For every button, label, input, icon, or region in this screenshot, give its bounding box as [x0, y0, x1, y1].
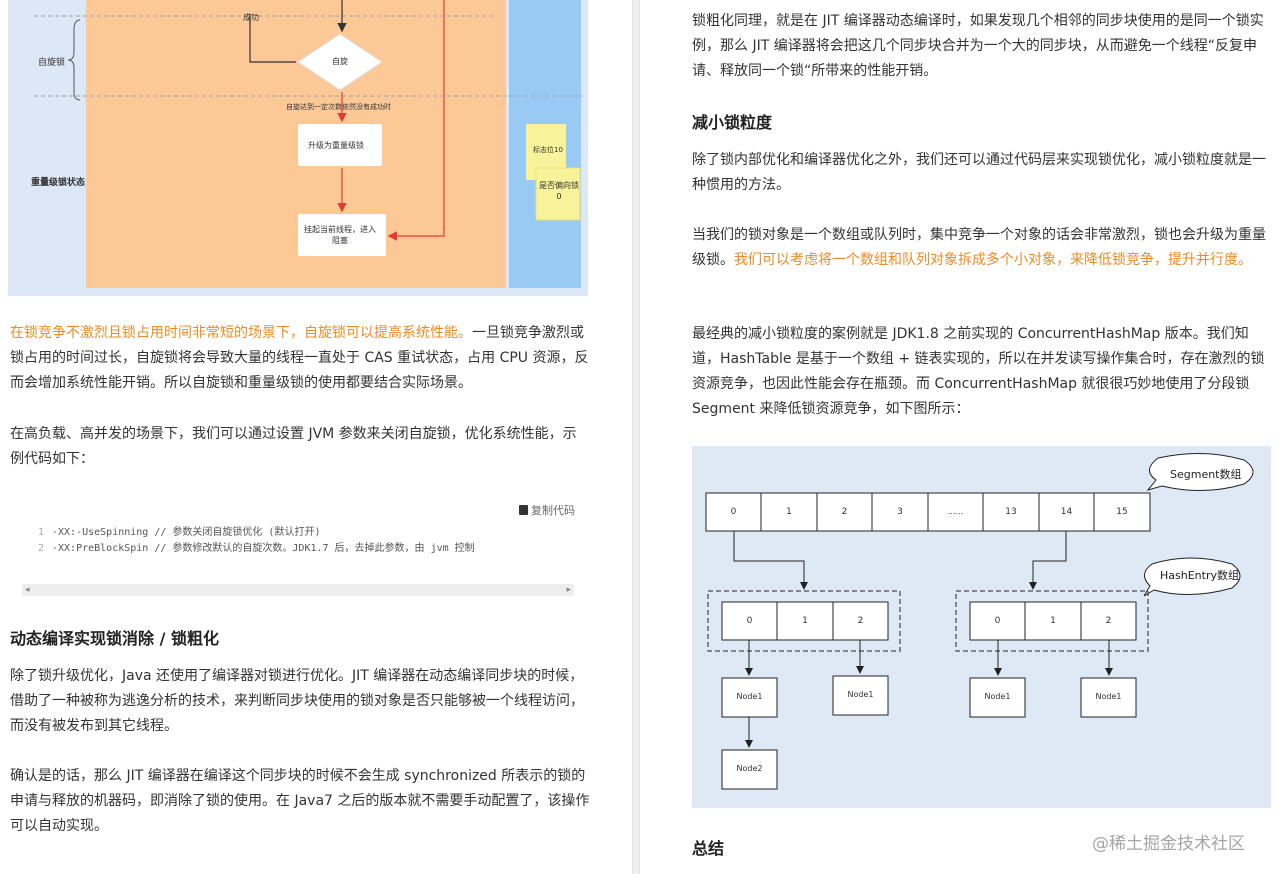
heading-lock-elimination: 动态编译实现锁消除 / 锁粗化: [10, 629, 219, 648]
flow-label-spin-limit: 自旋达到一定次数依然没有成功时: [286, 103, 391, 111]
segment-cell: 15: [1116, 507, 1128, 517]
entry-cell-right: 0: [994, 616, 1001, 626]
segment-cell: ......: [947, 507, 964, 516]
segment-diagram: Segment数组 HashEntry数组 0 1 2 3 ...... 13 …: [692, 446, 1271, 808]
segment-cell: 13: [1005, 507, 1017, 517]
copy-code-label: 复制代码: [531, 504, 575, 517]
callout-segment-array: Segment数组: [1170, 468, 1242, 481]
scroll-right-icon[interactable]: ▸: [566, 584, 571, 596]
code-line: 1 -XX:-UseSpinning // 参数关闭自旋锁优化 (默认打开): [22, 525, 582, 541]
paragraph-escape-analysis: 除了锁升级优化，Java 还使用了编译器对锁进行优化。JIT 编译器在动态编译同…: [10, 668, 584, 734]
code-horizontal-scrollbar[interactable]: ◂ ▸: [22, 584, 574, 596]
scroll-left-icon[interactable]: ◂: [25, 584, 30, 596]
paragraph-array-queue: 当我们的锁对象是一个数组或队列时，集中竞争一个对象的话会非常激烈，锁也会升级为重…: [692, 223, 1274, 273]
segment-cell: 14: [1060, 507, 1073, 517]
paragraph-jvm-params: 在高负载、高并发的场景下，我们可以通过设置 JVM 参数来关闭自旋锁，优化系统性…: [10, 426, 577, 467]
line-number: 1: [37, 527, 44, 538]
paragraph-spin-lock-tradeoff: 在锁竞争不激烈且锁占用时间非常短的场景下，自旋锁可以提高系统性能。一旦锁竞争激烈…: [10, 321, 595, 396]
code-line: 2 -XX:PreBlockSpin // 参数修改默认的自旋次数。JDK1.7 …: [22, 541, 582, 557]
copy-code-button[interactable]: 复制代码: [519, 502, 575, 518]
flow-label-spin: 自旋: [332, 57, 348, 66]
flow-note-biased: 是否偏向锁 0: [539, 181, 579, 201]
flow-label-heavy-state: 重量级锁状态: [30, 178, 85, 188]
node-label: Node1: [736, 692, 763, 701]
line-number: 2: [37, 543, 44, 554]
flow-label-spin-lock: 自旋锁: [38, 58, 66, 68]
entry-cell-right: 2: [1105, 616, 1112, 626]
heading-summary: 总结: [692, 839, 725, 858]
flow-label-suspend: 挂起当前线程，进入阻塞: [304, 225, 376, 245]
code-text: -XX:PreBlockSpin // 参数修改默认的自旋次数。JDK1.7 后…: [52, 543, 475, 554]
flow-note-flag: 标志位10: [533, 146, 563, 154]
segment-cell: 0: [730, 507, 737, 517]
copy-icon: [519, 505, 528, 515]
paragraph-lock-coarsening: 锁粗化同理，就是在 JIT 编译器动态编译时，如果发现几个相邻的同步块使用的是同…: [692, 13, 1264, 79]
segment-cell: 1: [786, 507, 792, 517]
paragraph-concurrenthashmap: 最经典的减小锁粒度的案例就是 JDK1.8 之前实现的 ConcurrentHa…: [692, 326, 1265, 417]
heading-reduce-granularity: 减小锁粒度: [692, 113, 773, 132]
code-block: 1 -XX:-UseSpinning // 参数关闭自旋锁优化 (默认打开) 2-…: [22, 525, 582, 557]
column-divider: [632, 0, 640, 874]
node-label: Node1: [984, 692, 1011, 701]
highlight-spin-lock: 在锁竞争不激烈且锁占用时间非常短的场景下，自旋锁可以提高系统性能。: [10, 325, 472, 341]
highlight-split-objects: 我们可以考虑将一个数组和队列对象拆成多个小对象，来降低锁竞争，提升并行度。: [734, 252, 1252, 268]
segment-cell: 3: [897, 507, 903, 517]
node-label: Node1: [847, 690, 874, 699]
entry-cell-right: 1: [1050, 616, 1056, 626]
watermark: @稀土掘金技术社区: [1092, 834, 1245, 854]
entry-cell-left: 2: [857, 616, 864, 626]
paragraph-granularity-intro: 除了锁内部优化和编译器优化之外，我们还可以通过代码层来实现锁优化，减小锁粒度就是…: [692, 152, 1266, 193]
flow-label-success: 成功: [243, 13, 259, 22]
entry-cell-left: 0: [746, 616, 753, 626]
node-label: Node2: [736, 764, 763, 773]
left-column: 成功 自旋锁 自旋 自旋达到一定次数依然没有成功时 升级为重量级锁 重量级锁状态…: [0, 0, 632, 874]
entry-cell-left: 1: [802, 616, 808, 626]
callout-hashentry-array: HashEntry数组: [1160, 569, 1239, 582]
paragraph-lock-eliminated: 确认是的话，那么 JIT 编译器在编译这个同步块的时候不会生成 synchron…: [10, 768, 590, 834]
spin-lock-flow-diagram: [8, 0, 588, 296]
segment-diagram-lines: [705, 453, 1254, 790]
segment-cell: 2: [841, 507, 848, 517]
right-column: 锁粗化同理，就是在 JIT 编译器动态编译时，如果发现几个相邻的同步块使用的是同…: [640, 0, 1277, 874]
code-text: -XX:-UseSpinning // 参数关闭自旋锁优化 (默认打开): [52, 527, 321, 538]
node-label: Node1: [1095, 692, 1122, 701]
flow-label-upgrade: 升级为重量级锁: [308, 141, 364, 150]
